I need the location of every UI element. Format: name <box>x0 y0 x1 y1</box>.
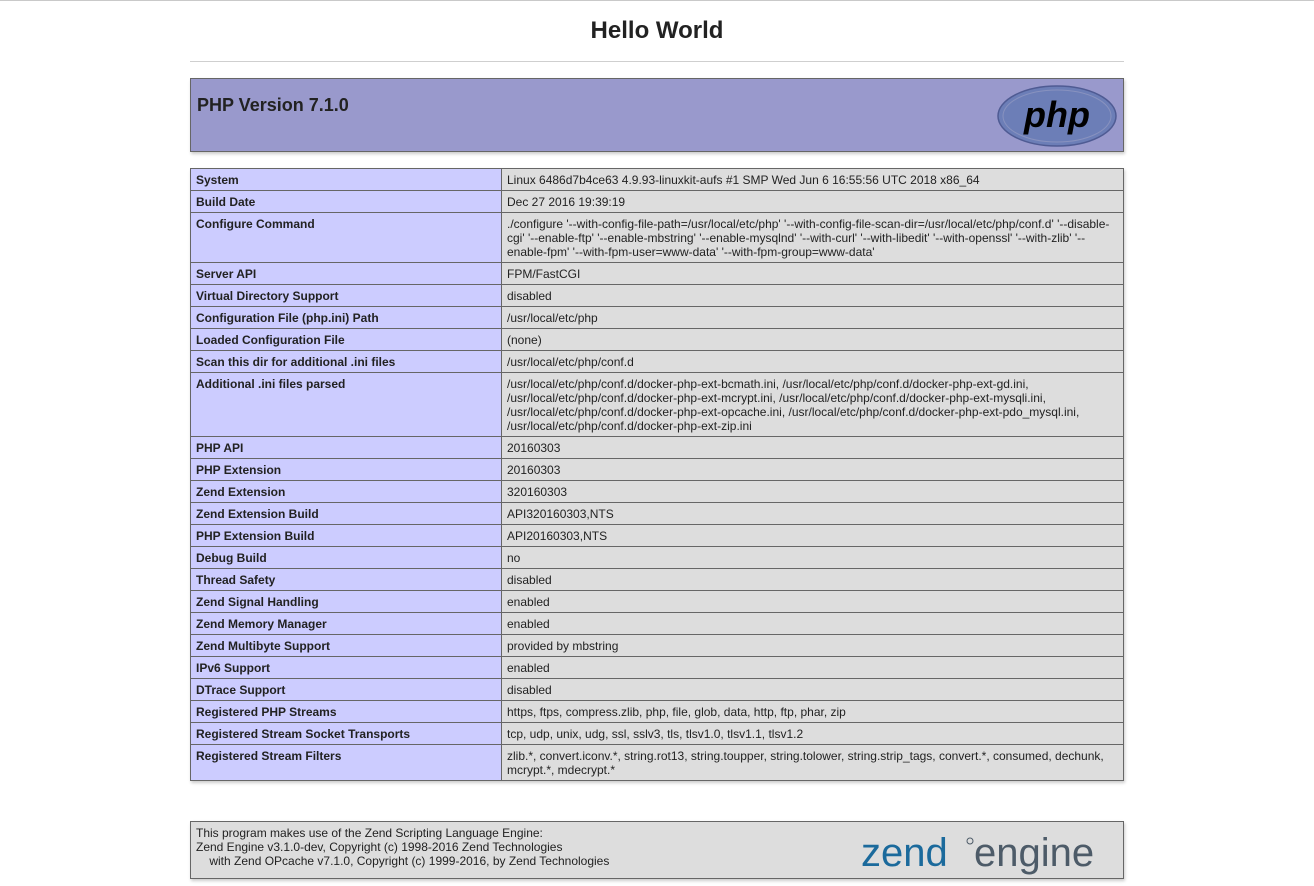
info-row: DTrace Support disabled <box>190 678 1124 701</box>
info-row-value: enabled <box>501 656 1124 679</box>
info-row-value: 320160303 <box>501 480 1124 503</box>
info-row-key: Build Date <box>190 190 502 213</box>
info-row-key: System <box>190 168 502 191</box>
info-row: Registered PHP Streams https, ftps, compr… <box>190 700 1124 723</box>
info-row: Additional .ini files parsed/usr/local/e… <box>190 372 1124 437</box>
info-row-value: API320160303,NTS <box>501 502 1124 525</box>
info-row-key: Zend Extension <box>190 480 502 503</box>
info-row-key: Server API <box>190 262 502 285</box>
info-row: Registered Stream Socket Transports tcp, … <box>190 722 1124 745</box>
info-row-key: Zend Signal Handling <box>190 590 502 613</box>
info-row-key: DTrace Support <box>190 678 502 701</box>
zend-engine-text: This program makes use of the Zend Scrip… <box>196 826 610 868</box>
info-row-key: PHP Extension <box>190 458 502 481</box>
info-row: Build Date Dec 27 2016 19:39:19 <box>190 190 1124 213</box>
php-version-title: PHP Version 7.1.0 <box>197 95 349 115</box>
info-row-value: 20160303 <box>501 436 1124 459</box>
info-row-value: 20160303 <box>501 458 1124 481</box>
info-row: Zend Memory Manager enabled <box>190 612 1124 635</box>
info-row-key: Thread Safety <box>190 568 502 591</box>
info-row: PHP API 20160303 <box>190 436 1124 459</box>
info-row-key: IPv6 Support <box>190 656 502 679</box>
info-row-key: Configuration File (php.ini) Path <box>190 306 502 329</box>
php-logo-icon[interactable]: php <box>997 85 1117 147</box>
page-heading: Hello World <box>590 17 724 44</box>
php-logo-text: php <box>1023 94 1090 135</box>
php-info-table-body: System Linux 6486d7b4ce63 4.9.93-linuxkit… <box>190 168 1124 781</box>
info-row: Zend Extension 320160303 <box>190 480 1124 503</box>
info-row-value: https, ftps, compress.zlib, php, file, g… <box>501 700 1124 723</box>
info-row-value: provided by mbstring <box>501 634 1124 657</box>
info-row-key: PHP Extension Build <box>190 524 502 547</box>
info-row-key: Additional .ini files parsed <box>190 372 502 437</box>
window-top-border <box>0 0 1314 1</box>
info-row-value: zlib.*, convert.iconv.*, string.rot13, s… <box>501 744 1124 781</box>
info-row-value: (none) <box>501 328 1124 351</box>
info-row-key: Loaded Configuration File <box>190 328 502 351</box>
info-row-value: disabled <box>501 568 1124 591</box>
info-row-value: ./configure '--with-config-file-path=/us… <box>501 212 1124 263</box>
info-row: Thread Safety disabled <box>190 568 1124 591</box>
engine-logo-word: engine <box>974 831 1094 875</box>
info-row-key: Zend Extension Build <box>190 502 502 525</box>
info-row: Configuration File (php.ini) Path/usr/lo… <box>190 306 1124 329</box>
info-row-value: enabled <box>501 590 1124 613</box>
info-row: Loaded Configuration File (none) <box>190 328 1124 351</box>
info-row-value: no <box>501 546 1124 569</box>
info-row-key: Zend Memory Manager <box>190 612 502 635</box>
info-row-value: tcp, udp, unix, udg, ssl, sslv3, tls, tl… <box>501 722 1124 745</box>
info-row: System Linux 6486d7b4ce63 4.9.93-linuxkit… <box>190 168 1124 191</box>
info-row-value: FPM/FastCGI <box>501 262 1124 285</box>
info-row: Configure Command ./configure '--with-con… <box>190 212 1124 263</box>
info-row-key: Debug Build <box>190 546 502 569</box>
info-row-value: disabled <box>501 284 1124 307</box>
info-row: Zend Multibyte Support provided by mbstri… <box>190 634 1124 657</box>
info-row-key: Registered Stream Socket Transports <box>190 722 502 745</box>
zend-engine-box: This program makes use of the Zend Scrip… <box>190 821 1124 879</box>
info-row-value: API20160303,NTS <box>501 524 1124 547</box>
info-row: PHP Extension Build API20160303,NTS <box>190 524 1124 547</box>
info-row: Registered Stream Filters zlib.*, convert… <box>190 744 1124 781</box>
info-row-value: Dec 27 2016 19:39:19 <box>501 190 1124 213</box>
info-row: Zend Signal Handling enabled <box>190 590 1124 613</box>
info-row-key: Virtual Directory Support <box>190 284 502 307</box>
info-row: IPv6 Support enabled <box>190 656 1124 679</box>
info-row: PHP Extension 20160303 <box>190 458 1124 481</box>
info-row-value: enabled <box>501 612 1124 635</box>
info-row: Debug Build no <box>190 546 1124 569</box>
registered-mark-icon <box>966 837 974 845</box>
info-row-key: PHP API <box>190 436 502 459</box>
info-row-value: /usr/local/etc/php/conf.d/docker-php-ext… <box>501 372 1124 437</box>
info-row: Zend Extension Build API320160303,NTS <box>190 502 1124 525</box>
info-row-value: disabled <box>501 678 1124 701</box>
zend-engine-logo-icon[interactable]: zend engine <box>861 826 1117 876</box>
info-row-key: Registered PHP Streams <box>190 700 502 723</box>
heading-divider <box>190 61 1124 62</box>
php-info-table: System Linux 6486d7b4ce63 4.9.93-linuxkit… <box>190 168 1124 781</box>
php-version-header: PHP Version 7.1.0 php <box>190 78 1124 152</box>
info-row-value: Linux 6486d7b4ce63 4.9.93-linuxkit-aufs … <box>501 168 1124 191</box>
info-row-value: /usr/local/etc/php <box>501 306 1124 329</box>
info-row-key: Registered Stream Filters <box>190 744 502 781</box>
info-row-key: Scan this dir for additional .ini files <box>190 350 502 373</box>
info-row: Server API FPM/FastCGI <box>190 262 1124 285</box>
info-row-key: Zend Multibyte Support <box>190 634 502 657</box>
zend-logo-word: zend <box>861 831 948 875</box>
info-row-value: /usr/local/etc/php/conf.d <box>501 350 1124 373</box>
info-row: Scan this dir for additional .ini files /… <box>190 350 1124 373</box>
info-row: Virtual Directory Support disabled <box>190 284 1124 307</box>
info-row-key: Configure Command <box>190 212 502 263</box>
